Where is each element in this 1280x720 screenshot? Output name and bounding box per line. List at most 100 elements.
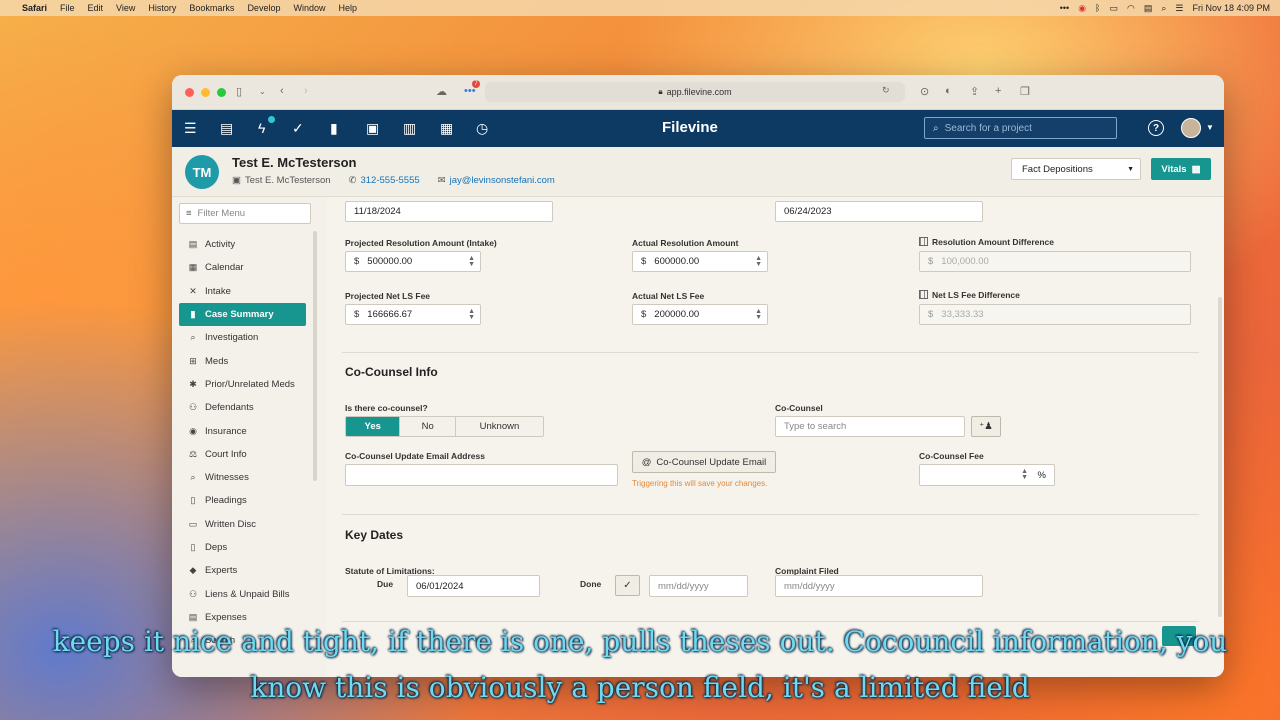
wifi-icon[interactable]: ◠ bbox=[1127, 3, 1135, 14]
section-select[interactable]: Fact Depositions ▼ bbox=[1011, 158, 1141, 180]
recording-icon[interactable]: ◉ bbox=[1078, 3, 1086, 14]
date-field-right[interactable]: 06/24/2023 bbox=[775, 201, 983, 222]
sidebar-item-case-summary[interactable]: ▮ Case Summary bbox=[179, 302, 306, 327]
client-name[interactable]: Test E. McTesterson bbox=[245, 175, 331, 186]
user-avatar[interactable] bbox=[1181, 118, 1201, 138]
complaint-filed-input[interactable]: mm/dd/yyyy bbox=[775, 575, 983, 597]
battery-icon[interactable]: ▭ bbox=[1109, 3, 1118, 14]
calendar-icon[interactable]: ▦ bbox=[440, 120, 453, 137]
menu-file[interactable]: File bbox=[60, 3, 75, 13]
share-icon[interactable]: ⇪ bbox=[970, 85, 979, 98]
cocounsel-update-email-button[interactable]: @ Co-Counsel Update Email bbox=[632, 451, 776, 473]
checkmark-icon: ✓ bbox=[623, 580, 632, 591]
caret-down-icon[interactable]: ▼ bbox=[1206, 123, 1214, 132]
sidebar-item-calendar[interactable]: ▦ Calendar bbox=[179, 256, 306, 279]
date-field-left[interactable]: 11/18/2024 bbox=[345, 201, 553, 222]
lightning-icon[interactable]: ϟ bbox=[258, 120, 265, 136]
stepper-icon[interactable]: ▲ ▼ bbox=[468, 255, 475, 268]
clock-text[interactable]: Fri Nov 18 4:09 PM bbox=[1192, 3, 1270, 13]
sidebar-item-activity[interactable]: ▤ Activity bbox=[179, 233, 306, 256]
cocounsel-no-option[interactable]: No bbox=[400, 417, 456, 436]
project-search-input[interactable]: ⌕ Search for a project bbox=[924, 117, 1117, 139]
cocounsel-email-input[interactable] bbox=[345, 464, 618, 486]
timer-icon[interactable]: ◷ bbox=[476, 120, 488, 137]
reload-icon[interactable]: ↻ bbox=[882, 85, 890, 96]
sidebar-item-deps[interactable]: ▯ Deps bbox=[179, 536, 306, 559]
shield-icon[interactable]: ◐ bbox=[945, 85, 952, 97]
sidebar-item-meds[interactable]: ⊞ Meds bbox=[179, 349, 306, 372]
actual-resolution-input[interactable]: $ 600000.00 ▲ ▼ bbox=[632, 251, 768, 272]
sidebar-scrollbar[interactable] bbox=[313, 231, 317, 481]
keyboard-icon[interactable]: ▤ bbox=[1144, 3, 1153, 14]
sidebar-item-pleadings[interactable]: ▯ Pleadings bbox=[179, 489, 306, 512]
menu-bookmarks[interactable]: Bookmarks bbox=[189, 3, 234, 13]
help-icon[interactable]: ? bbox=[1148, 120, 1164, 136]
download-icon[interactable]: ⊙ bbox=[920, 85, 929, 98]
documents-icon[interactable]: ▮ bbox=[330, 120, 338, 137]
sidebar-item-witnesses[interactable]: ⌕ Witnesses bbox=[179, 466, 306, 489]
zoom-window-button[interactable] bbox=[217, 87, 226, 97]
stepper-icon[interactable]: ▲ ▼ bbox=[468, 308, 475, 321]
sidebar-item-court-info[interactable]: ⚖ Court Info bbox=[179, 443, 306, 466]
cloud-icon[interactable]: ☁ bbox=[436, 85, 447, 98]
sidebar-item-liens[interactable]: ⚇ Liens & Unpaid Bills bbox=[179, 582, 306, 605]
reports-icon[interactable]: ▥ bbox=[403, 120, 416, 137]
address-bar[interactable]: 🔒︎ app.filevine.com bbox=[485, 82, 905, 102]
project-name[interactable]: Test E. McTesterson bbox=[232, 155, 357, 170]
contacts-icon[interactable]: ▣ bbox=[366, 120, 379, 137]
new-tab-icon[interactable]: + bbox=[995, 85, 1001, 97]
search-icon: ⌕ bbox=[190, 472, 196, 483]
minimize-window-button[interactable] bbox=[201, 87, 210, 97]
chevron-down-icon[interactable]: ⌄ bbox=[259, 87, 266, 96]
cocounsel-unknown-option[interactable]: Unknown bbox=[455, 417, 543, 436]
filter-menu-input[interactable]: ≡ Filter Menu bbox=[179, 203, 311, 224]
more-icon[interactable]: ••• bbox=[1060, 3, 1069, 13]
sidebar-item-intake[interactable]: ✕ Intake bbox=[179, 280, 306, 303]
actual-fee-input[interactable]: $ 200000.00 ▲ ▼ bbox=[632, 304, 768, 325]
client-phone-link[interactable]: 312-555-5555 bbox=[360, 175, 419, 186]
sidebar-item-defendants[interactable]: ⚇ Defendants bbox=[179, 396, 306, 419]
menu-history[interactable]: History bbox=[148, 3, 176, 13]
menu-window[interactable]: Window bbox=[293, 3, 325, 13]
main-scrollbar[interactable] bbox=[1218, 297, 1222, 617]
inbox-icon[interactable]: ▤ bbox=[220, 120, 233, 137]
menu-view[interactable]: View bbox=[116, 3, 135, 13]
menu-edit[interactable]: Edit bbox=[88, 3, 104, 13]
sidebar-item-written-disc[interactable]: ▭ Written Disc bbox=[179, 513, 306, 536]
back-arrow-icon[interactable]: ‹ bbox=[280, 85, 284, 97]
projected-resolution-input[interactable]: $ 500000.00 ▲ ▼ bbox=[345, 251, 481, 272]
sol-due-date-input[interactable]: 06/01/2024 bbox=[407, 575, 540, 597]
add-person-button[interactable]: ⁺♟ bbox=[971, 416, 1001, 437]
sol-done-date-input[interactable]: mm/dd/yyyy bbox=[649, 575, 748, 597]
menu-develop[interactable]: Develop bbox=[247, 3, 280, 13]
sidebar-item-prior-meds[interactable]: ✱ Prior/Unrelated Meds bbox=[179, 373, 306, 396]
forward-arrow-icon[interactable]: › bbox=[304, 85, 308, 97]
stepper-icon[interactable]: ▲ ▼ bbox=[755, 255, 762, 268]
menu-app-name[interactable]: Safari bbox=[22, 3, 47, 13]
section-divider bbox=[342, 514, 1199, 515]
sidebar-toggle-icon[interactable]: ▯ bbox=[236, 85, 242, 98]
cocounsel-fee-input[interactable]: ▲ ▼ % bbox=[919, 464, 1055, 486]
document-icon: ▯ bbox=[190, 542, 196, 552]
bluetooth-icon[interactable]: ᛒ bbox=[1095, 3, 1100, 13]
stepper-icon[interactable]: ▲ ▼ bbox=[755, 308, 762, 321]
cocounsel-yes-option[interactable]: Yes bbox=[346, 417, 401, 436]
done-checkbox-button[interactable]: ✓ bbox=[615, 575, 640, 596]
hamburger-menu-icon[interactable]: ☰ bbox=[184, 120, 197, 137]
tasks-check-icon[interactable]: ✓ bbox=[292, 120, 304, 137]
projected-fee-input[interactable]: $ 166666.67 ▲ ▼ bbox=[345, 304, 481, 325]
filevine-logo[interactable]: Filevine bbox=[662, 119, 718, 136]
vitals-button[interactable]: Vitals ▩ bbox=[1151, 158, 1211, 180]
control-center-icon[interactable]: ☰ bbox=[1175, 3, 1183, 14]
stepper-icon[interactable]: ▲ ▼ bbox=[1021, 468, 1028, 481]
sidebar-item-insurance[interactable]: ◉ Insurance bbox=[179, 419, 306, 442]
sidebar-item-investigation[interactable]: ⌕ Investigation bbox=[179, 326, 306, 349]
sidebar-item-experts[interactable]: ◆ Experts bbox=[179, 559, 306, 582]
close-window-button[interactable] bbox=[185, 87, 194, 97]
done-date-placeholder: mm/dd/yyyy bbox=[658, 580, 709, 592]
menu-help[interactable]: Help bbox=[338, 3, 357, 13]
cocounsel-search-input[interactable]: Type to search bbox=[775, 416, 965, 437]
spotlight-icon[interactable]: ⌕ bbox=[1161, 3, 1166, 14]
client-email-link[interactable]: jay@levinsonstefani.com bbox=[450, 175, 555, 186]
tabs-overview-icon[interactable]: ❐ bbox=[1020, 85, 1030, 98]
